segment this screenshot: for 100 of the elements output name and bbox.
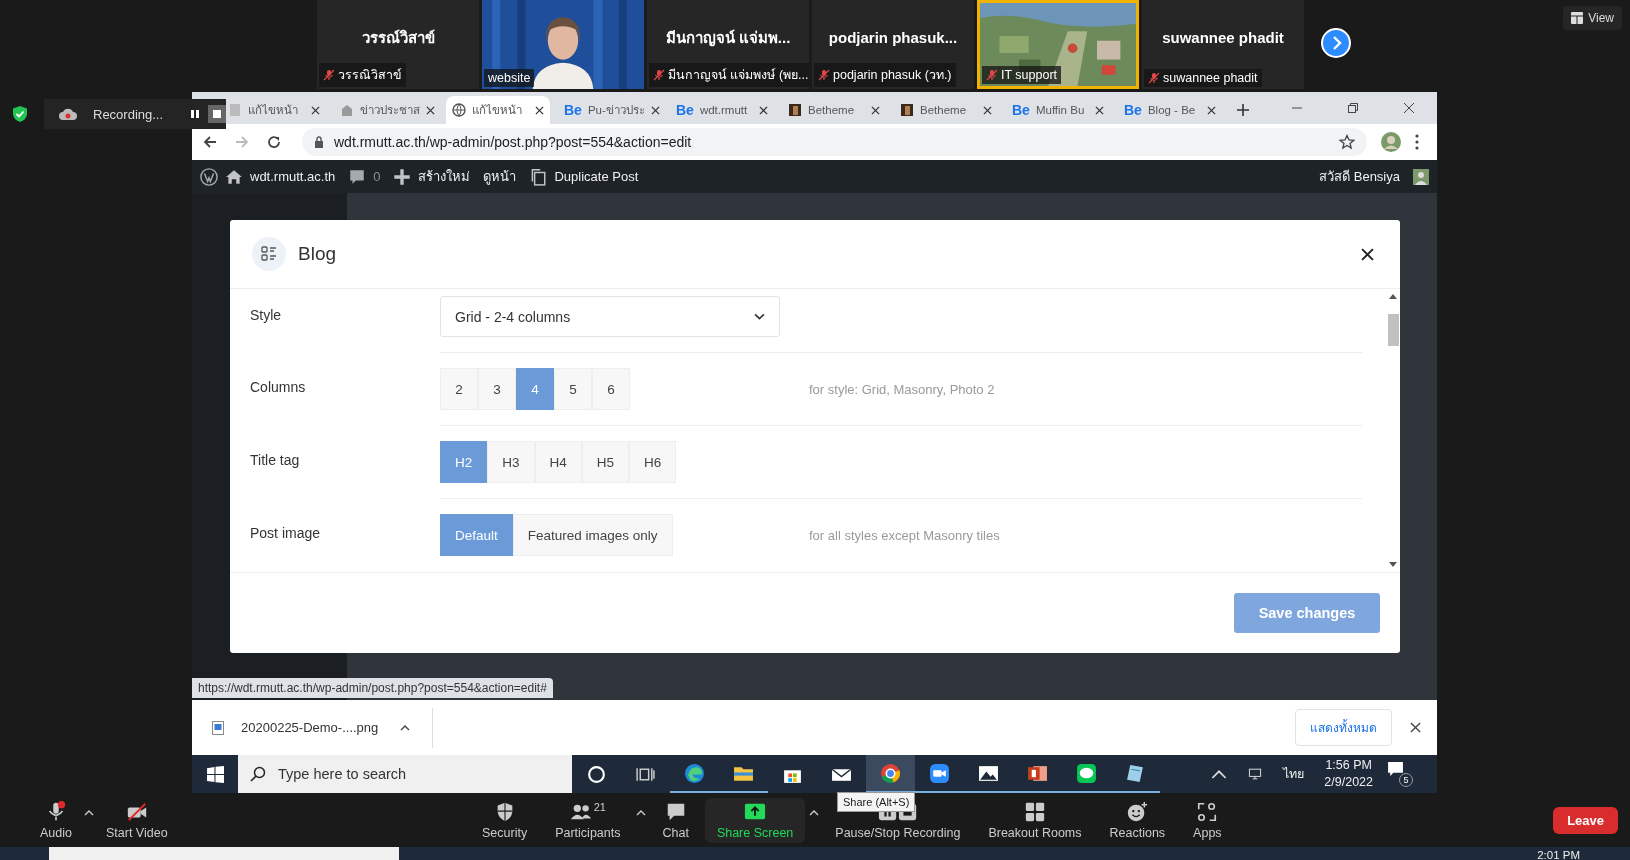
- restore-icon[interactable]: [1347, 102, 1359, 114]
- option-button[interactable]: 5: [554, 368, 592, 410]
- browser-icon: [880, 762, 901, 784]
- option-button[interactable]: 6: [592, 368, 630, 410]
- recording-label: Recording...: [93, 106, 164, 122]
- scrollbar-thumb[interactable]: [1387, 314, 1399, 346]
- language-indicator[interactable]: ไทย: [1283, 764, 1305, 784]
- globe-icon: [452, 103, 466, 117]
- dialog-title: Blog: [298, 243, 337, 265]
- show-all-button[interactable]: แสดงทั้งหมด: [1295, 709, 1392, 746]
- profile-avatar[interactable]: [1381, 132, 1401, 152]
- close-icon[interactable]: [871, 105, 880, 115]
- menu-icon[interactable]: [1415, 134, 1419, 150]
- close-icon[interactable]: [983, 105, 992, 115]
- notification-count: 5: [1399, 773, 1413, 787]
- tab-title: ข่าวประชาส: [360, 103, 420, 118]
- grid-icon: [1023, 800, 1046, 823]
- toolbar-button[interactable]: Audio: [28, 797, 84, 843]
- greeting[interactable]: สวัสดี Bensiya: [1319, 166, 1400, 187]
- star-icon[interactable]: [1339, 134, 1355, 150]
- style-dropdown[interactable]: Grid - 2-4 columns: [440, 296, 780, 337]
- tab-title: Betheme: [920, 104, 968, 116]
- participant-label: IT support: [1001, 68, 1058, 82]
- close-icon[interactable]: [1361, 247, 1374, 261]
- browser-tab[interactable]: Betheme: [782, 96, 886, 124]
- option-button[interactable]: H6: [629, 441, 677, 483]
- close-icon[interactable]: [1207, 105, 1216, 115]
- leave-button[interactable]: Leave: [1553, 806, 1618, 834]
- status-url: https://wdt.rmutt.ac.th/wp-admin/post.php?post=554&action=edit#: [192, 678, 553, 698]
- site-link[interactable]: wdt.rmutt.ac.th: [250, 169, 336, 184]
- pause-icon[interactable]: [190, 109, 200, 119]
- duplicate-post-link[interactable]: Duplicate Post: [554, 169, 639, 184]
- participant-label: website: [488, 71, 531, 85]
- shield-icon[interactable]: [12, 105, 28, 123]
- download-filename[interactable]: 20200225-Demo-....png: [241, 720, 379, 735]
- browser-tab[interactable]: Be wdt.rmutt: [670, 96, 774, 124]
- close-icon[interactable]: [1410, 722, 1421, 733]
- network-icon[interactable]: [1247, 767, 1264, 781]
- toolbar-button[interactable]: Reactions: [1097, 797, 1178, 843]
- reload-icon[interactable]: [266, 134, 282, 150]
- toolbar-button[interactable]: Apps: [1181, 797, 1234, 843]
- toolbar-button[interactable]: Share Screen: [704, 797, 806, 843]
- caret-icon[interactable]: [400, 724, 411, 731]
- close-icon[interactable]: [426, 105, 435, 115]
- comment-count[interactable]: 0: [373, 169, 381, 184]
- next-page-button[interactable]: [1321, 28, 1351, 58]
- search-icon: [250, 766, 266, 782]
- view-page-link[interactable]: ดูหน้า: [483, 166, 517, 187]
- scroll-down-icon[interactable]: [1389, 562, 1397, 567]
- new-menu[interactable]: สร้างใหม่: [418, 166, 471, 187]
- toolbar-button[interactable]: 21 Participants: [543, 797, 633, 843]
- participant-name: มีนกาญจน์ แจ่มพ...: [665, 27, 791, 49]
- close-icon[interactable]: [759, 105, 768, 115]
- field-label: Columns: [249, 378, 307, 395]
- toolbar-button[interactable]: Start Video: [94, 797, 180, 843]
- notepad-icon: [1125, 762, 1146, 784]
- plus-icon: [393, 167, 412, 186]
- smiley-icon: [1126, 800, 1149, 823]
- browser-tab[interactable]: Betheme: [894, 96, 998, 124]
- new-tab-icon[interactable]: [1236, 103, 1250, 117]
- wordpress-logo[interactable]: [200, 167, 218, 186]
- address-bar[interactable]: wdt.rmutt.ac.th/wp-admin/post.php?post=554&action=edit: [302, 128, 1367, 156]
- toolbar-button[interactable]: Chat: [650, 797, 701, 843]
- video-camera-icon: [929, 762, 950, 784]
- participant-label: มีนกาญจน์ แจ่มพงษ์ (พย...: [668, 67, 809, 84]
- page-icon: [228, 103, 242, 117]
- close-icon[interactable]: [535, 105, 544, 115]
- tooltip: Share (Alt+S): [837, 791, 916, 812]
- back-icon[interactable]: [202, 134, 218, 150]
- user-avatar[interactable]: [1413, 168, 1429, 185]
- browser-tab[interactable]: Be Muffin Bu: [1006, 96, 1110, 124]
- browser-tab[interactable]: แก้ไขหน้า: [446, 96, 550, 124]
- option-button[interactable]: 3: [478, 368, 516, 410]
- search-field[interactable]: Type here to search: [238, 755, 572, 793]
- url-text: wdt.rmutt.ac.th/wp-admin/post.php?post=554&action=edit: [334, 134, 692, 150]
- option-button[interactable]: H3: [487, 441, 535, 483]
- toolbar-button[interactable]: Breakout Rooms: [976, 797, 1094, 843]
- close-icon[interactable]: [650, 105, 660, 115]
- toolbar-button[interactable]: Security: [470, 797, 540, 843]
- close-icon[interactable]: [1095, 105, 1104, 115]
- option-button[interactable]: 2: [440, 368, 478, 410]
- stop-icon[interactable]: [208, 105, 226, 123]
- notification-button[interactable]: 5: [1387, 761, 1413, 787]
- building-icon: [340, 103, 354, 117]
- view-button[interactable]: View: [1563, 6, 1622, 30]
- browser-tab[interactable]: ข่าวประชาส: [334, 96, 438, 124]
- close-icon[interactable]: [1403, 102, 1415, 114]
- browser-tab[interactable]: Be Blog - Be: [1118, 96, 1222, 124]
- notification-icon: [1387, 761, 1404, 778]
- option-button[interactable]: H5: [581, 441, 630, 483]
- clock-text: 2:01 PM: [1537, 848, 1580, 860]
- browser-tab[interactable]: Be Pu-ข่าวประ: [558, 96, 662, 124]
- tab-title: แก้ไขหน้า: [472, 103, 523, 118]
- windows-start-icon[interactable]: [207, 765, 224, 783]
- option-button[interactable]: Featured images only: [512, 514, 673, 556]
- clock[interactable]: 1:56 PM 2/9/2022: [1324, 757, 1373, 791]
- browser-tab[interactable]: แก้ไขหน้า: [222, 96, 326, 124]
- close-icon[interactable]: [311, 105, 320, 115]
- option-button[interactable]: H4: [534, 441, 582, 483]
- scroll-up-icon[interactable]: [1389, 294, 1397, 299]
